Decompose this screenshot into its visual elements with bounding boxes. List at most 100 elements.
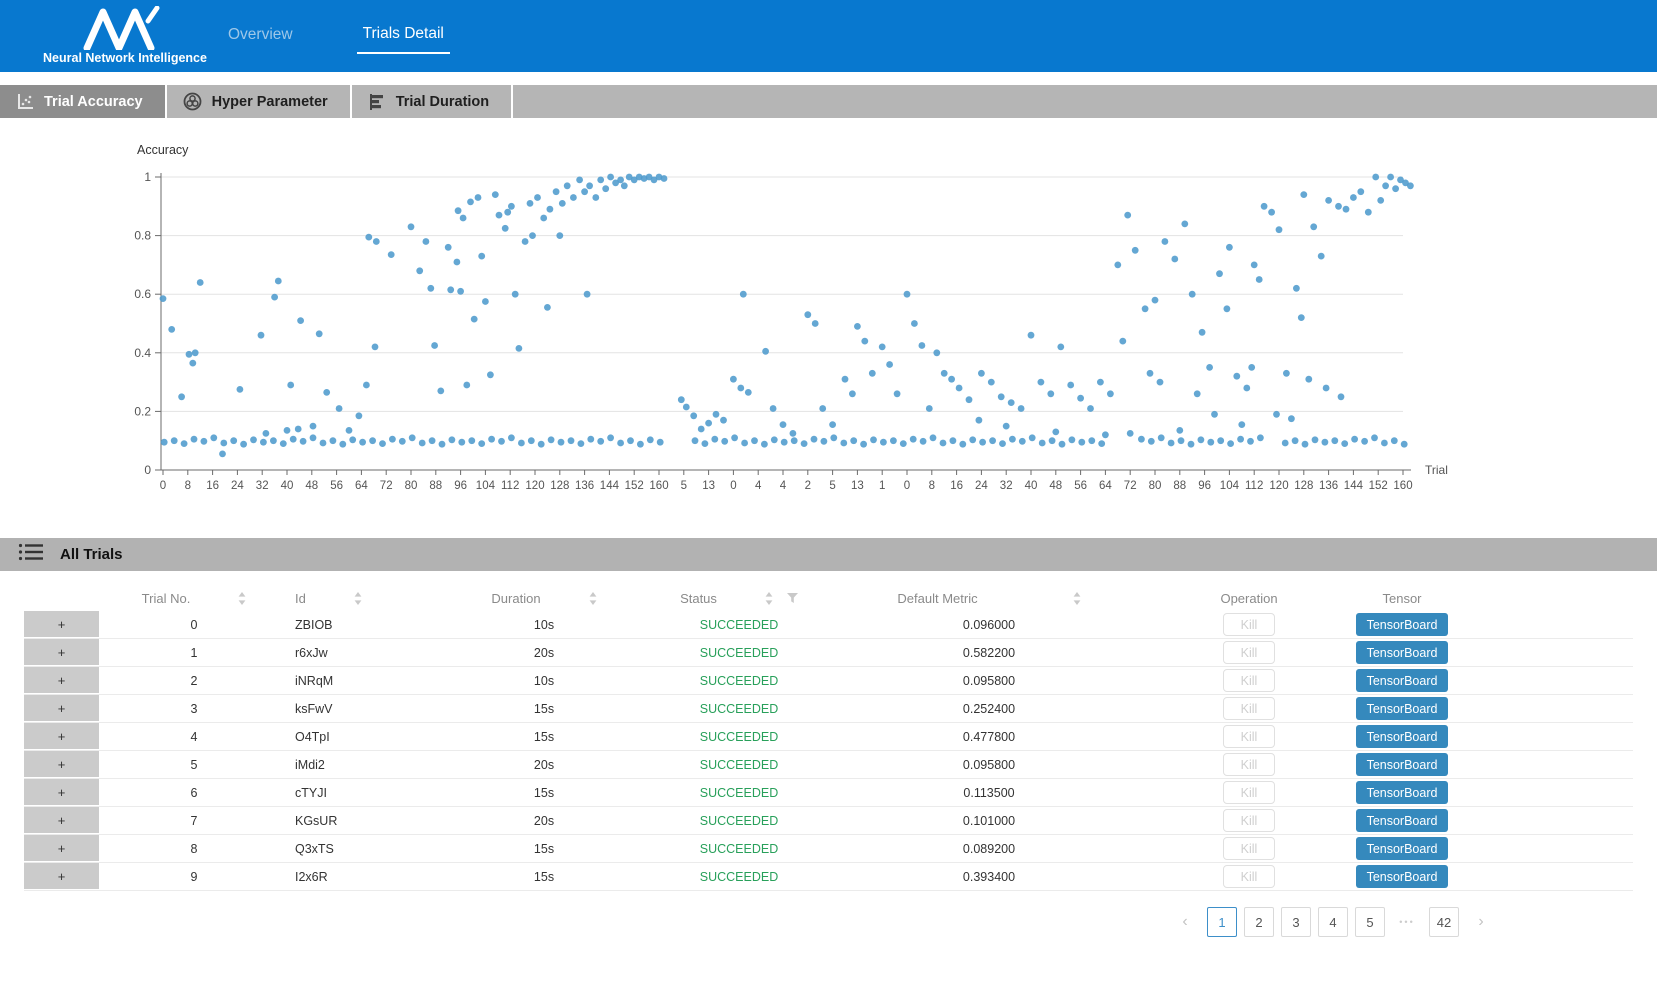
scatter-point[interactable] bbox=[869, 370, 876, 377]
scatter-point[interactable] bbox=[1138, 436, 1145, 443]
scatter-point[interactable] bbox=[976, 417, 983, 424]
scatter-point[interactable] bbox=[295, 426, 302, 433]
scatter-point[interactable] bbox=[1310, 223, 1317, 230]
scatter-point[interactable] bbox=[1067, 382, 1074, 389]
scatter-point[interactable] bbox=[320, 440, 327, 447]
scatter-point[interactable] bbox=[447, 286, 454, 293]
scatter-point[interactable] bbox=[1292, 437, 1299, 444]
scatter-point[interactable] bbox=[1181, 221, 1188, 228]
scatter-point[interactable] bbox=[911, 320, 918, 327]
scatter-point[interactable] bbox=[1256, 276, 1263, 283]
scatter-point[interactable] bbox=[373, 238, 380, 245]
scatter-point[interactable] bbox=[1238, 421, 1245, 428]
scatter-point[interactable] bbox=[698, 426, 705, 433]
kill-button[interactable]: Kill bbox=[1223, 697, 1275, 720]
scatter-point[interactable] bbox=[819, 405, 826, 412]
scatter-point[interactable] bbox=[1226, 244, 1233, 251]
scatter-point[interactable] bbox=[1028, 332, 1035, 339]
tensorboard-button[interactable]: TensorBoard bbox=[1356, 781, 1448, 804]
scatter-point[interactable] bbox=[956, 385, 963, 392]
scatter-point[interactable] bbox=[1114, 262, 1121, 269]
scatter-point[interactable] bbox=[1350, 194, 1357, 201]
scatter-point[interactable] bbox=[870, 436, 877, 443]
scatter-point[interactable] bbox=[801, 440, 808, 447]
column-header-duration[interactable]: Duration bbox=[424, 591, 664, 606]
scatter-point[interactable] bbox=[741, 440, 748, 447]
sort-icon[interactable] bbox=[589, 592, 597, 605]
scatter-point[interactable] bbox=[379, 440, 386, 447]
scatter-point[interactable] bbox=[607, 434, 614, 441]
scatter-point[interactable] bbox=[408, 223, 415, 230]
scatter-point[interactable] bbox=[1194, 390, 1201, 397]
scatter-point[interactable] bbox=[804, 311, 811, 318]
scatter-point[interactable] bbox=[597, 438, 604, 445]
scatter-point[interactable] bbox=[463, 382, 470, 389]
nni-logo[interactable]: Neural Network Intelligence bbox=[30, 6, 220, 65]
scatter-point[interactable] bbox=[1237, 436, 1244, 443]
sort-icon[interactable] bbox=[238, 592, 246, 605]
scatter-point[interactable] bbox=[1003, 423, 1010, 430]
scatter-point[interactable] bbox=[751, 437, 758, 444]
scatter-point[interactable] bbox=[1233, 373, 1240, 380]
scatter-point[interactable] bbox=[1357, 188, 1364, 195]
scatter-point[interactable] bbox=[737, 385, 744, 392]
scatter-point[interactable] bbox=[263, 430, 270, 437]
scatter-point[interactable] bbox=[512, 291, 519, 298]
scatter-point[interactable] bbox=[457, 288, 464, 295]
scatter-point[interactable] bbox=[904, 291, 911, 298]
scatter-point[interactable] bbox=[1029, 434, 1036, 441]
scatter-point[interactable] bbox=[339, 441, 346, 448]
scatter-point[interactable] bbox=[1312, 436, 1319, 443]
scatter-point[interactable] bbox=[860, 441, 867, 448]
tensorboard-button[interactable]: TensorBoard bbox=[1356, 753, 1448, 776]
scatter-point[interactable] bbox=[568, 437, 575, 444]
scatter-point[interactable] bbox=[1401, 441, 1408, 448]
scatter-point[interactable] bbox=[854, 323, 861, 330]
scatter-point[interactable] bbox=[1407, 182, 1414, 189]
scatter-point[interactable] bbox=[220, 440, 227, 447]
scatter-point[interactable] bbox=[271, 294, 278, 301]
scatter-point[interactable] bbox=[482, 298, 489, 305]
scatter-point[interactable] bbox=[1302, 441, 1309, 448]
scatter-point[interactable] bbox=[1211, 411, 1218, 418]
tensorboard-button[interactable]: TensorBoard bbox=[1356, 809, 1448, 832]
scatter-point[interactable] bbox=[504, 209, 511, 216]
scatter-point[interactable] bbox=[771, 436, 778, 443]
scatter-point[interactable] bbox=[1318, 253, 1325, 260]
scatter-point[interactable] bbox=[941, 370, 948, 377]
scatter-point[interactable] bbox=[437, 388, 444, 395]
scatter-point[interactable] bbox=[770, 405, 777, 412]
scatter-point[interactable] bbox=[578, 440, 585, 447]
prev-page-button[interactable]: ‹ bbox=[1170, 907, 1200, 937]
scatter-point[interactable] bbox=[890, 437, 897, 444]
scatter-point[interactable] bbox=[201, 438, 208, 445]
scatter-point[interactable] bbox=[409, 434, 416, 441]
tensorboard-button[interactable]: TensorBoard bbox=[1356, 725, 1448, 748]
scatter-point[interactable] bbox=[1158, 434, 1165, 441]
expand-row-button[interactable]: + bbox=[24, 695, 99, 721]
scatter-point[interactable] bbox=[449, 436, 456, 443]
scatter-point[interactable] bbox=[617, 177, 624, 184]
scatter-point[interactable] bbox=[829, 421, 836, 428]
scatter-point[interactable] bbox=[617, 440, 624, 447]
scatter-point[interactable] bbox=[168, 326, 175, 333]
sort-icon[interactable] bbox=[354, 592, 362, 605]
scatter-point[interactable] bbox=[690, 412, 697, 419]
scatter-point[interactable] bbox=[508, 203, 515, 210]
scatter-point[interactable] bbox=[346, 427, 353, 434]
scatter-point[interactable] bbox=[711, 436, 718, 443]
expand-row-button[interactable]: + bbox=[24, 779, 99, 805]
scatter-point[interactable] bbox=[1008, 399, 1015, 406]
scatter-point[interactable] bbox=[740, 291, 747, 298]
expand-row-button[interactable]: + bbox=[24, 751, 99, 777]
scatter-point[interactable] bbox=[849, 390, 856, 397]
scatter-point[interactable] bbox=[538, 441, 545, 448]
scatter-point[interactable] bbox=[637, 441, 644, 448]
scatter-point[interactable] bbox=[1217, 437, 1224, 444]
scatter-point[interactable] bbox=[821, 438, 828, 445]
expand-row-button[interactable]: + bbox=[24, 639, 99, 665]
scatter-point[interactable] bbox=[1142, 305, 1149, 312]
scatter-point[interactable] bbox=[1102, 431, 1109, 438]
kill-button[interactable]: Kill bbox=[1223, 865, 1275, 888]
scatter-point[interactable] bbox=[999, 440, 1006, 447]
